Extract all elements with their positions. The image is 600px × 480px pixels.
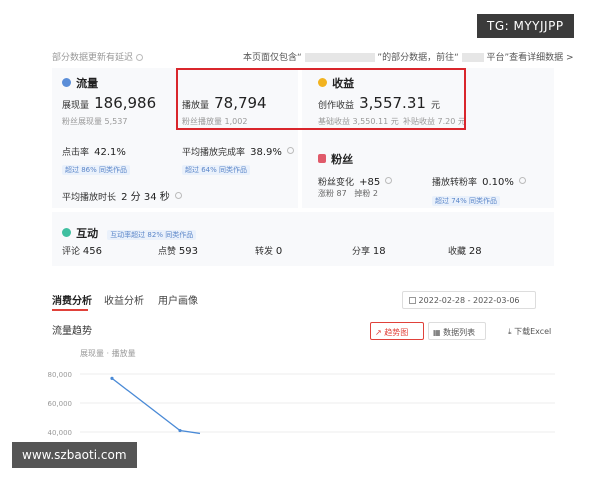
redacted-block — [304, 53, 375, 62]
y-tick-label: 60,000 — [48, 400, 73, 408]
download-label: 下载Excel — [514, 327, 552, 336]
y-tick-label: 80,000 — [48, 371, 73, 379]
lose-value: 2 — [372, 189, 379, 198]
share2-value: 18 — [372, 246, 386, 257]
conversion-label: 播放转粉率 — [432, 178, 478, 188]
fan-exposure-label: 粉丝展现量 — [62, 117, 102, 126]
delay-notice: 部分数据更新有延迟 — [52, 50, 143, 63]
help-icon[interactable] — [174, 192, 182, 199]
fans-gain-lose: 涨粉 87 掉粉 2 — [318, 188, 378, 199]
fav-value: 28 — [468, 246, 482, 257]
comments-label: 评论 — [62, 247, 81, 257]
interaction-icon — [62, 228, 71, 237]
ctr-badge-wrap: 超过 86% 同类作品 — [62, 157, 131, 176]
trend-chart: 80,000 60,000 40,000 — [48, 371, 555, 437]
data-list-label: 数据列表 — [443, 328, 476, 337]
lose-label: 掉粉 — [354, 189, 371, 198]
page-scope-notice: 本页面仅包含“ ”的部分数据，前往“ 平台”查看详细数据 > — [243, 50, 574, 63]
trend-icon: ↗ — [375, 328, 382, 337]
traffic-header: 流量 — [62, 72, 98, 91]
chart-point — [110, 376, 114, 380]
data-list-button[interactable]: ▦ 数据列表 — [428, 322, 486, 340]
download-icon: ⤓ — [508, 327, 512, 336]
tab-active-indicator — [52, 309, 88, 311]
gain-label: 涨粉 — [318, 189, 334, 198]
download-excel-button[interactable]: ⤓ 下载Excel — [508, 326, 551, 337]
chart-grid — [80, 373, 555, 433]
duration-label: 平均播放时长 — [62, 193, 117, 203]
help-icon[interactable] — [286, 147, 294, 154]
watermark-top: TG: MYYJJPP — [477, 14, 574, 38]
tab-user-profile[interactable]: 用户画像 — [158, 292, 198, 307]
tab-consumption[interactable]: 消费分析 — [52, 292, 92, 307]
completion-badge: 超过 64% 同类作品 — [182, 165, 251, 175]
trend-chart-button[interactable]: ↗ 趋势图 — [370, 322, 424, 340]
date-start: 2022-02-28 — [418, 296, 466, 305]
share2-label: 分享 — [352, 247, 371, 257]
scope-link[interactable]: 平台”查看详细数据 > — [487, 53, 574, 63]
interaction-badge: 互动率超过 82% 同类作品 — [107, 230, 197, 240]
date-end: 2022-03-06 — [473, 296, 520, 305]
fans-change-label: 粉丝变化 — [318, 178, 355, 188]
traffic-icon — [62, 78, 71, 87]
scope-prefix: 本页面仅包含“ — [243, 53, 302, 63]
ctr-badge: 超过 86% 同类作品 — [62, 165, 131, 175]
shares-label: 转发 — [255, 247, 274, 257]
comments-value: 456 — [82, 246, 102, 257]
conversion-value: 0.10% — [482, 177, 514, 188]
watermark-bottom: www.szbaoti.com — [12, 442, 137, 468]
date-range-picker[interactable]: 2022-02-28 - 2022-03-06 — [402, 291, 536, 309]
calendar-icon — [409, 297, 416, 304]
shares-value: 0 — [275, 246, 283, 257]
fan-exposure: 粉丝展现量 5,537 — [62, 116, 127, 127]
conversion-metric: 播放转粉率 0.10% — [432, 170, 526, 189]
fans-header: 粉丝 — [318, 148, 353, 167]
y-tick-label: 40,000 — [48, 429, 73, 437]
duration-metric: 平均播放时长 2 分 34 秒 — [62, 185, 182, 204]
exposure-label: 展现量 — [62, 101, 90, 111]
redacted-block-2 — [461, 53, 484, 62]
exposure-value: 186,986 — [94, 94, 157, 112]
likes-metric: 点赞 593 — [158, 244, 198, 257]
date-sep: - — [467, 296, 471, 305]
gain-value: 87 — [336, 189, 347, 198]
delay-notice-text: 部分数据更新有延迟 — [52, 53, 134, 63]
tab-income[interactable]: 收益分析 — [104, 292, 144, 307]
help-icon[interactable] — [385, 177, 393, 184]
chart-series-line — [111, 377, 201, 435]
completion-badge-wrap: 超过 64% 同类作品 — [182, 157, 251, 176]
comments-metric: 评论 456 — [62, 244, 102, 257]
fans-change: 粉丝变化 +85 — [318, 170, 393, 189]
chart-legend: 展现量 · 播放量 — [80, 349, 136, 358]
share2-metric: 分享 18 — [352, 244, 386, 257]
help-icon[interactable] — [518, 177, 526, 184]
conversion-badge: 超过 74% 同类作品 — [432, 196, 501, 206]
fans-change-value: +85 — [359, 177, 381, 188]
highlight-box — [176, 68, 466, 130]
likes-value: 593 — [178, 246, 198, 257]
conversion-badge-wrap: 超过 74% 同类作品 — [432, 188, 501, 207]
chart-y-ticks: 80,000 60,000 40,000 — [48, 371, 73, 437]
fans-icon — [318, 154, 326, 163]
exposure-metric: 展现量 186,986 — [62, 93, 156, 112]
fan-exposure-value: 5,537 — [104, 117, 128, 126]
chart-title: 流量趋势 — [52, 326, 92, 337]
chart-point — [178, 428, 182, 433]
help-icon[interactable] — [135, 54, 143, 61]
fav-metric: 收藏 28 — [448, 244, 482, 257]
trend-label: 趋势图 — [384, 328, 409, 337]
scope-mid: ”的部分数据，前往“ — [377, 53, 459, 63]
table-icon: ▦ — [433, 328, 441, 337]
interaction-header: 互动 互动率超过 82% 同类作品 — [62, 222, 197, 241]
likes-label: 点赞 — [158, 247, 177, 257]
duration-value: 2 分 34 秒 — [121, 192, 170, 203]
traffic-title: 流量 — [76, 77, 99, 90]
fans-title: 粉丝 — [331, 153, 354, 166]
shares-metric: 转发 0 — [255, 244, 282, 257]
interaction-title: 互动 — [76, 227, 99, 240]
completion-value: 38.9% — [250, 147, 282, 158]
fav-label: 收藏 — [448, 247, 467, 257]
